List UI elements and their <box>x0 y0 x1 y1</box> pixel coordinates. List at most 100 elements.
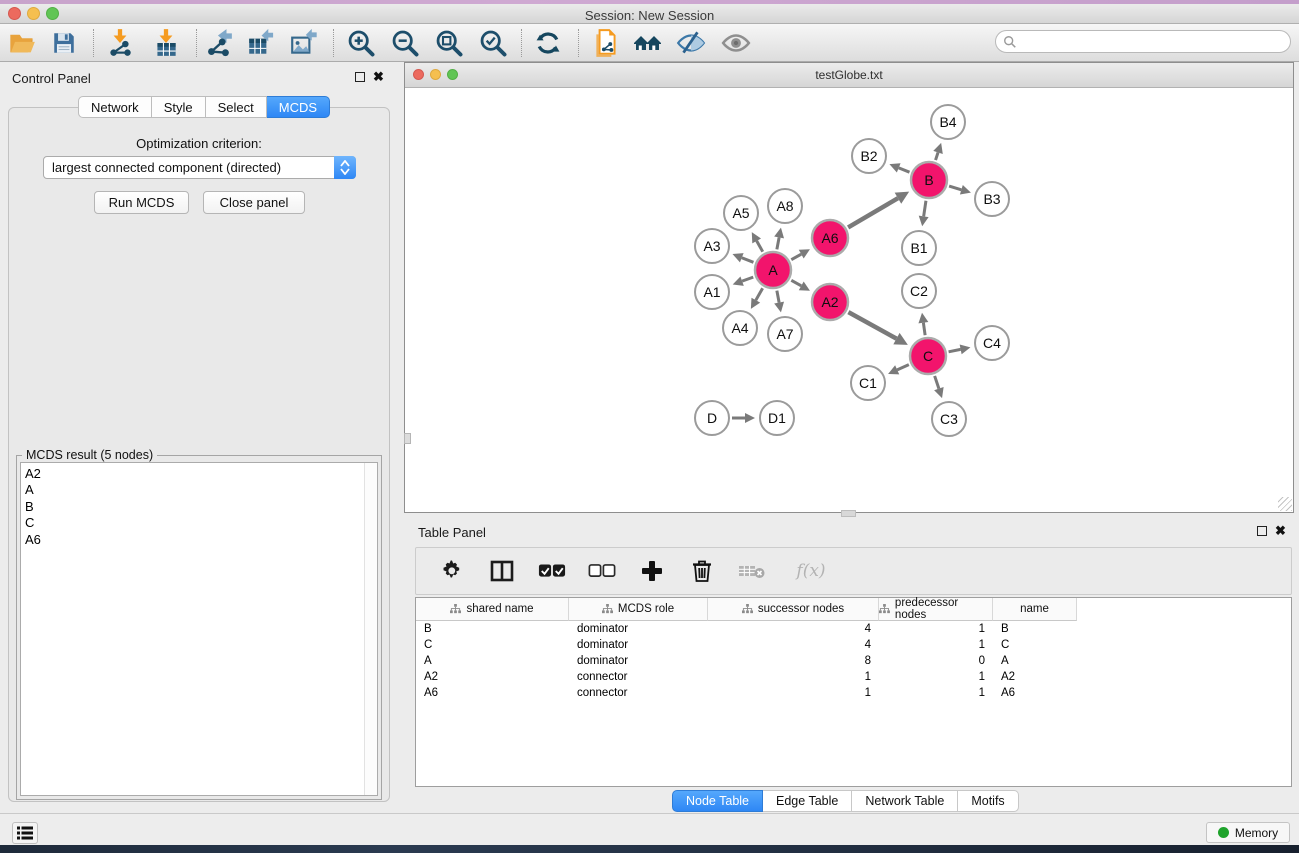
table-cell[interactable]: A6 <box>993 687 1077 699</box>
divider-handle[interactable] <box>841 510 856 517</box>
table-cell[interactable]: C <box>993 639 1077 651</box>
graph-node-label: A <box>768 262 778 278</box>
criterion-dropdown[interactable]: largest connected component (directed) <box>43 156 356 179</box>
zoom-out-icon[interactable] <box>389 27 421 59</box>
table-cell[interactable]: dominator <box>569 623 708 635</box>
graph-node-label: A1 <box>703 284 720 300</box>
zoom-in-icon[interactable] <box>345 27 377 59</box>
tab-style[interactable]: Style <box>152 96 206 118</box>
home-icon[interactable] <box>632 27 664 59</box>
table-cell[interactable]: B <box>993 623 1077 635</box>
table-cell[interactable]: 1 <box>879 687 993 699</box>
refresh-icon[interactable] <box>532 27 564 59</box>
scrollbar[interactable] <box>364 463 377 795</box>
node-table: shared nameMCDS rolesuccessor nodesprede… <box>415 597 1292 787</box>
close-panel-button[interactable]: Close panel <box>203 191 305 214</box>
gear-icon[interactable] <box>438 557 466 585</box>
window-resize-grip-icon[interactable] <box>1278 497 1292 511</box>
table-row[interactable]: Bdominator41B <box>416 621 1291 637</box>
column-header-shared-name[interactable]: shared name <box>416 598 569 621</box>
table-row[interactable]: A2connector11A2 <box>416 669 1291 685</box>
float-panel-icon[interactable] <box>355 72 365 82</box>
graph-node-label: A5 <box>732 205 749 221</box>
tab-select[interactable]: Select <box>206 96 267 118</box>
graph-edge-arrow <box>774 228 784 239</box>
add-column-icon[interactable] <box>638 557 666 585</box>
table-cell[interactable]: A2 <box>416 671 569 683</box>
table-row[interactable]: A6connector11A6 <box>416 685 1291 701</box>
table-cell[interactable]: 8 <box>708 655 879 667</box>
mcds-result-item[interactable]: A6 <box>21 532 377 548</box>
table-cell[interactable]: A2 <box>993 671 1077 683</box>
table-cell[interactable]: 4 <box>708 639 879 651</box>
graph-edge-arrow <box>960 344 971 354</box>
network-graph[interactable]: B4B2BB3A5A8A6A3AB1A1C2A2A4A7C4CC1C3DD1 <box>405 88 1293 512</box>
table-cell[interactable]: B <box>416 623 569 635</box>
zoom-selected-icon[interactable] <box>477 27 509 59</box>
table-cell[interactable]: A <box>993 655 1077 667</box>
tab-motifs[interactable]: Motifs <box>958 790 1018 812</box>
import-table-icon[interactable] <box>150 27 182 59</box>
column-header-predecessor-nodes[interactable]: predecessor nodes <box>879 598 993 621</box>
panel-resize-handle[interactable] <box>404 433 411 444</box>
column-header-MCDS-role[interactable]: MCDS role <box>569 598 708 621</box>
table-cell[interactable]: C <box>416 639 569 651</box>
table-cell[interactable]: A <box>416 655 569 667</box>
graph-node-label: A2 <box>821 294 838 310</box>
table-cell[interactable]: dominator <box>569 639 708 651</box>
tab-edge-table[interactable]: Edge Table <box>763 790 852 812</box>
memory-button[interactable]: Memory <box>1206 822 1290 843</box>
table-cell[interactable]: connector <box>569 671 708 683</box>
table-cell[interactable]: 1 <box>879 639 993 651</box>
export-network-icon[interactable] <box>203 27 235 59</box>
deselect-all-icon[interactable] <box>588 557 616 585</box>
mcds-result-item[interactable]: A2 <box>21 466 377 482</box>
tab-mcds[interactable]: MCDS <box>267 96 330 118</box>
tab-network[interactable]: Network <box>78 96 152 118</box>
table-panel-tabs: Node TableEdge TableNetwork TableMotifs <box>672 790 1019 812</box>
graph-node-label: A8 <box>776 198 793 214</box>
select-all-icon[interactable] <box>538 557 566 585</box>
mcds-result-list[interactable]: A2ABCA6 <box>20 462 378 796</box>
search-field[interactable] <box>995 30 1291 53</box>
tab-node-table[interactable]: Node Table <box>672 790 763 812</box>
export-table-icon[interactable] <box>245 27 277 59</box>
table-cell[interactable]: connector <box>569 687 708 699</box>
run-mcds-button[interactable]: Run MCDS <box>94 191 189 214</box>
float-panel-icon[interactable] <box>1257 526 1267 536</box>
graph-edge-arrow <box>934 387 943 398</box>
search-input[interactable] <box>1017 34 1267 50</box>
close-panel-icon[interactable]: ✖ <box>1275 526 1286 536</box>
table-cell[interactable]: dominator <box>569 655 708 667</box>
table-cell[interactable]: 1 <box>879 623 993 635</box>
table-cell[interactable]: 1 <box>708 687 879 699</box>
table-cell[interactable]: A6 <box>416 687 569 699</box>
save-session-icon[interactable] <box>48 27 80 59</box>
export-image-icon[interactable] <box>288 27 320 59</box>
column-header-successor-nodes[interactable]: successor nodes <box>708 598 879 621</box>
table-row[interactable]: Cdominator41C <box>416 637 1291 653</box>
delete-column-icon[interactable] <box>688 557 716 585</box>
close-panel-icon[interactable]: ✖ <box>373 72 384 82</box>
zoom-fit-icon[interactable] <box>433 27 465 59</box>
table-cell[interactable]: 1 <box>708 671 879 683</box>
table-cell[interactable]: 1 <box>879 671 993 683</box>
split-columns-icon[interactable] <box>488 557 516 585</box>
network-from-file-icon[interactable] <box>590 27 622 59</box>
task-list-button[interactable] <box>12 822 38 844</box>
list-icon <box>17 826 33 840</box>
column-type-icon <box>879 604 890 615</box>
mcds-result-item[interactable]: A <box>21 482 377 498</box>
column-header-name[interactable]: name <box>993 598 1077 621</box>
hide-network-eye-icon[interactable] <box>675 27 707 59</box>
table-cell[interactable]: 4 <box>708 623 879 635</box>
import-network-icon[interactable] <box>104 27 136 59</box>
mcds-result-item[interactable]: B <box>21 499 377 515</box>
table-row[interactable]: Adominator80A <box>416 653 1291 669</box>
mcds-result-item[interactable]: C <box>21 515 377 531</box>
open-file-icon[interactable] <box>6 27 38 59</box>
tab-network-table[interactable]: Network Table <box>852 790 958 812</box>
toolbar-separator <box>196 29 197 57</box>
table-cell[interactable]: 0 <box>879 655 993 667</box>
show-network-eye-icon[interactable] <box>720 27 752 59</box>
